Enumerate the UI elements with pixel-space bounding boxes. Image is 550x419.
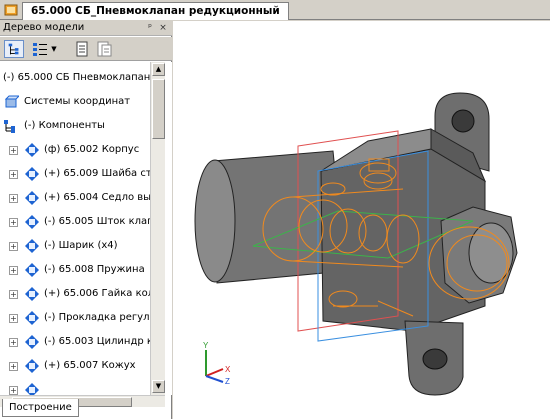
bracket-bottom-hole	[422, 348, 448, 370]
document-icon	[4, 4, 18, 16]
tree-item-label: (-) 65.000 СБ Пневмоклапан реду	[3, 72, 150, 83]
part-icon	[25, 263, 39, 277]
tree-item-label: (+) 65.007 Кожух	[44, 360, 136, 371]
axis-triad: Y X Z	[203, 341, 231, 386]
scroll-down-icon[interactable]: ▼	[152, 380, 165, 393]
tree-vertical-scrollbar[interactable]: ▲ ▼	[150, 62, 165, 395]
part-icon	[25, 215, 39, 229]
axis-x-label: X	[225, 365, 231, 374]
expand-icon[interactable]: +	[9, 266, 18, 275]
expand-icon[interactable]: +	[9, 362, 18, 371]
part-icon	[25, 359, 39, 373]
tree-item-label: (-) Компоненты	[24, 120, 105, 131]
tree-item-label: (+) 65.006 Гайка колп	[44, 288, 150, 299]
part-icon	[25, 311, 39, 325]
document-tab-strip: 65.000 СБ_Пневмоклапан редукционный	[0, 0, 550, 20]
part-icon	[25, 239, 39, 253]
pin-icon[interactable]: ᵖ	[145, 23, 155, 33]
close-icon[interactable]: ×	[158, 23, 168, 33]
document-properties-icon[interactable]	[94, 40, 114, 58]
document-tab[interactable]: 65.000 СБ_Пневмоклапан редукционный	[22, 2, 289, 20]
bracket-top-hole	[451, 109, 475, 133]
scroll-up-icon[interactable]: ▲	[152, 63, 165, 76]
tree-item-label: (+) 65.004 Седло выпу	[44, 192, 150, 203]
expand-icon[interactable]: +	[9, 218, 18, 227]
expand-icon[interactable]: +	[9, 290, 18, 299]
tree-item-label: (-) 65.003 Цилиндр ко	[44, 336, 150, 347]
list-view-icon[interactable]	[30, 40, 50, 58]
scroll-thumb[interactable]	[152, 79, 165, 139]
tree-item-component[interactable]: + (+) 65.007 Кожух	[0, 355, 150, 377]
tree-item-component[interactable]: + (-) 65.005 Шток клапа	[0, 211, 150, 233]
tree-item-component[interactable]: + (-) 65.008 Пружина	[0, 259, 150, 281]
panel-header: Дерево модели ᵖ ×	[0, 21, 172, 36]
cylinder-end	[194, 159, 236, 283]
tree-item-component[interactable]: + (+) 65.006 Гайка колп	[0, 283, 150, 305]
part-icon	[25, 167, 39, 181]
model-tree: (-) 65.000 СБ Пневмоклапан реду Системы …	[0, 62, 172, 395]
tree-item-component[interactable]: + (-) Прокладка регули	[0, 307, 150, 329]
tab-construction[interactable]: Построение	[2, 399, 79, 417]
part-icon	[25, 287, 39, 301]
components-icon	[4, 120, 15, 133]
expand-icon[interactable]: +	[9, 170, 18, 179]
tree-item-component[interactable]: + (-) 65.003 Цилиндр ко	[0, 331, 150, 353]
axis-z-label: Z	[225, 377, 230, 386]
coordinate-systems-icon	[4, 95, 19, 108]
tree-item-component[interactable]: + (+) 65.004 Седло выпу	[0, 187, 150, 209]
axis-y-label: Y	[203, 341, 209, 350]
tree-item-coordinate-systems[interactable]: Системы координат	[0, 91, 150, 113]
tree-item-label: (ф) 65.002 Корпус	[44, 144, 140, 155]
part-icon	[25, 335, 39, 349]
3d-viewport[interactable]: Y X Z	[173, 21, 550, 419]
expand-icon[interactable]: +	[9, 314, 18, 323]
tree-item-label: (-) Прокладка регули	[44, 312, 150, 323]
expand-icon[interactable]: +	[9, 146, 18, 155]
part-icon	[25, 143, 39, 157]
nut-face	[468, 222, 514, 284]
model-tree-panel: Дерево модели ᵖ × ▼ (-) 65.000 СБ Пневмо…	[0, 21, 172, 419]
tree-item-label: (-) 65.008 Пружина	[44, 264, 145, 275]
tree-item-label: Системы координат	[24, 96, 131, 107]
tree-item-label: (+) 65.009 Шайба стоп	[44, 168, 150, 179]
expand-icon[interactable]: +	[9, 338, 18, 347]
panel-title: Дерево модели	[3, 22, 85, 33]
chevron-down-icon[interactable]: ▼	[50, 40, 58, 58]
tree-toolbar: ▼	[0, 37, 172, 61]
tree-item-root[interactable]: (-) 65.000 СБ Пневмоклапан реду	[0, 67, 150, 89]
tree-item-component-partial[interactable]: +	[0, 379, 150, 395]
part-icon	[25, 191, 39, 205]
tree-item-component[interactable]: + (+) 65.009 Шайба стоп	[0, 163, 150, 185]
tree-structure-icon[interactable]	[4, 40, 24, 58]
expand-icon[interactable]: +	[9, 194, 18, 203]
part-icon	[25, 383, 39, 395]
model-view[interactable]: Y X Z	[173, 21, 550, 419]
expand-icon[interactable]: +	[9, 242, 18, 251]
tree-item-label: (-) Шарик (x4)	[44, 240, 118, 251]
document-list-icon[interactable]	[72, 40, 92, 58]
tree-item-component[interactable]: + (-) Шарик (x4)	[0, 235, 150, 257]
tree-item-component[interactable]: + (ф) 65.002 Корпус	[0, 139, 150, 161]
expand-icon[interactable]: +	[9, 386, 18, 395]
tree-item-label: (-) 65.005 Шток клапа	[44, 216, 150, 227]
tree-item-components[interactable]: (-) Компоненты	[0, 115, 150, 137]
